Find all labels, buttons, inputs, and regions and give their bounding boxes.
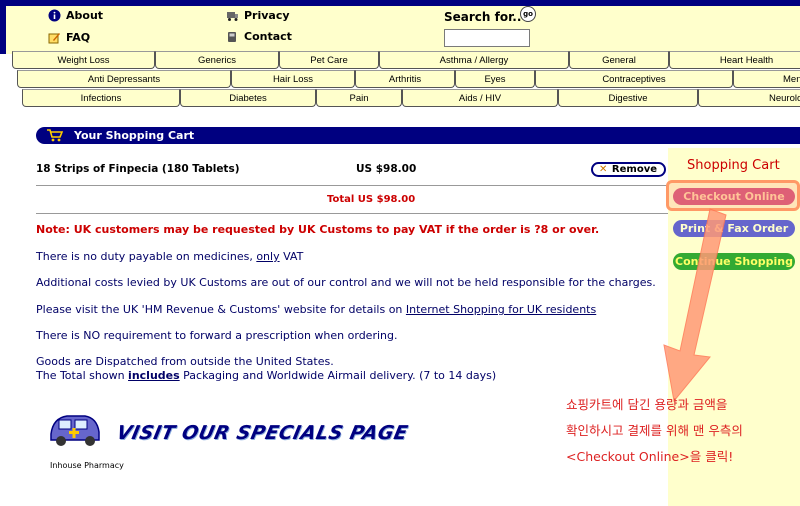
about-link[interactable]: About (48, 9, 103, 22)
annotation-line-2: 확인하시고 결제를 위해 맨 우측의 (566, 423, 743, 438)
additional-costs-note: Additional costs levied by UK Customs ar… (36, 276, 656, 289)
search-input[interactable] (444, 29, 530, 47)
visit-note: Please visit the UK 'HM Revenue & Custom… (36, 303, 596, 316)
nav-tab-arthritis[interactable]: Arthritis (355, 70, 455, 88)
car-icon (50, 415, 100, 446)
nav-tab-men[interactable]: Men (733, 70, 800, 88)
nav-tab-infections[interactable]: Infections (22, 89, 180, 107)
total-suffix: Packaging and Worldwide Airmail delivery… (179, 369, 497, 382)
nav-tab-aids-hiv[interactable]: Aids / HIV (402, 89, 558, 107)
cart-total: Total US $98.00 (327, 194, 416, 205)
privacy-link[interactable]: Privacy (226, 9, 290, 22)
search-go-button[interactable]: go (520, 6, 536, 22)
specials-banner-text: VISIT OUR SPECIALS PAGE (114, 422, 410, 444)
internet-shopping-link[interactable]: Internet Shopping for UK residents (406, 303, 596, 316)
prescription-note: There is NO requirement to forward a pre… (36, 329, 398, 342)
cart-item-name: 18 Strips of Finpecia (180 Tablets) (36, 163, 240, 175)
nav-tab-heart-health[interactable]: Heart Health (669, 51, 800, 69)
shopping-cart-header: Your Shopping Cart (36, 127, 800, 144)
site-header: About FAQ Privacy Contact Search for.. g… (0, 0, 800, 54)
divider (36, 185, 668, 186)
nav-tab-neurology[interactable]: Neurolo (698, 89, 800, 107)
sidebar-title: Shopping Cart (687, 158, 780, 173)
vat-warning: Note: UK customers may be requested by U… (36, 223, 600, 236)
remove-label: Remove (611, 164, 657, 175)
inhouse-pharmacy-label: Inhouse Pharmacy (50, 461, 124, 470)
divider (36, 213, 668, 214)
nav-tab-hair-loss[interactable]: Hair Loss (231, 70, 355, 88)
dispatched-note: Goods are Dispatched from outside the Un… (36, 355, 334, 368)
nav-row-1: Weight Loss Generics Pet Care Asthma / A… (0, 51, 800, 69)
total-prefix: The Total shown (36, 369, 129, 382)
duty-only-link[interactable]: only (256, 250, 279, 263)
annotation-line-3: <Checkout Online>을 클릭! (566, 449, 734, 464)
close-icon: ✕ (599, 164, 608, 175)
specials-banner[interactable]: VISIT OUR SPECIALS PAGE (45, 408, 425, 458)
contact-link[interactable]: Contact (226, 30, 292, 43)
duty-prefix: There is no duty payable on medicines, (36, 250, 257, 263)
phone-icon (228, 32, 236, 42)
nav-row-2: Anti Depressants Hair Loss Arthritis Eye… (0, 70, 800, 88)
faq-label: FAQ (66, 31, 91, 44)
shopping-cart-icon (47, 129, 64, 142)
nav-tab-contraceptives[interactable]: Contraceptives (535, 70, 733, 88)
remove-item-button[interactable]: ✕ Remove (591, 162, 666, 177)
nav-tab-generics[interactable]: Generics (155, 51, 279, 69)
pencil-note-icon (48, 33, 60, 44)
includes-link[interactable]: includes (128, 369, 180, 382)
faq-link[interactable]: FAQ (48, 31, 90, 44)
info-icon (48, 9, 61, 22)
contact-label: Contact (244, 30, 292, 43)
nav-tab-diabetes[interactable]: Diabetes (180, 89, 316, 107)
about-label: About (66, 9, 104, 22)
annotation-arrow-icon (663, 208, 727, 403)
shopping-cart-title: Your Shopping Cart (74, 129, 195, 142)
nav-tab-eyes[interactable]: Eyes (455, 70, 535, 88)
nav-tab-asthma-allergy[interactable]: Asthma / Allergy (379, 51, 569, 69)
duty-note: There is no duty payable on medicines, o… (36, 250, 303, 263)
nav-tab-pain[interactable]: Pain (316, 89, 402, 107)
annotation-line-1: 쇼핑카트에 담긴 용량과 금액을 (566, 397, 728, 412)
nav-tab-general[interactable]: General (569, 51, 669, 69)
duty-suffix: VAT (279, 250, 304, 263)
cart-item-price: US $98.00 (356, 163, 417, 175)
visit-prefix: Please visit the UK 'HM Revenue & Custom… (36, 303, 406, 316)
nav-tab-pet-care[interactable]: Pet Care (279, 51, 379, 69)
privacy-label: Privacy (244, 9, 290, 22)
nav-row-3: Infections Diabetes Pain Aids / HIV Dige… (0, 89, 800, 107)
total-includes-note: The Total shown includes Packaging and W… (36, 369, 496, 382)
nav-tab-anti-depressants[interactable]: Anti Depressants (17, 70, 231, 88)
nav-tab-weight-loss[interactable]: Weight Loss (12, 51, 155, 69)
nav-tab-digestive[interactable]: Digestive (558, 89, 698, 107)
search-label: Search for.. (444, 10, 522, 24)
truck-icon (227, 12, 238, 21)
